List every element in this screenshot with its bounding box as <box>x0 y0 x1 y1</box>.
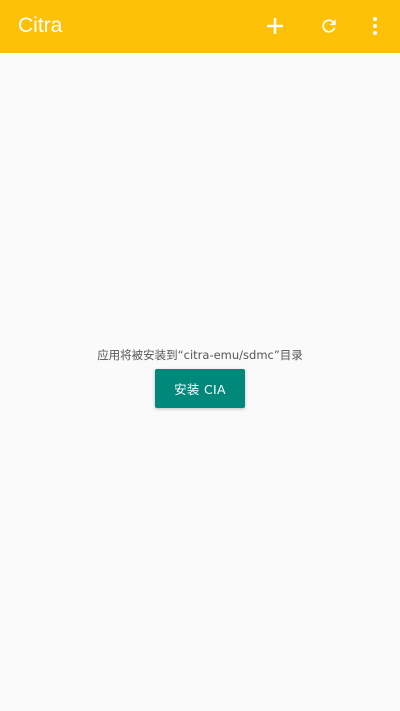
add-button[interactable] <box>259 10 291 42</box>
more-vert-icon <box>373 17 377 35</box>
add-icon <box>267 18 283 34</box>
app-bar: Citra <box>0 0 400 53</box>
install-cia-button[interactable]: 安装 CIA <box>155 369 245 408</box>
app-title: Citra <box>18 14 63 37</box>
refresh-button[interactable] <box>313 10 345 42</box>
install-location-message: 应用将被安装到“citra-emu/sdmc”目录 <box>97 348 303 362</box>
refresh-icon <box>322 19 336 33</box>
more-options-button[interactable] <box>359 10 391 42</box>
main-content: 应用将被安装到“citra-emu/sdmc”目录 安装 CIA <box>0 53 400 711</box>
